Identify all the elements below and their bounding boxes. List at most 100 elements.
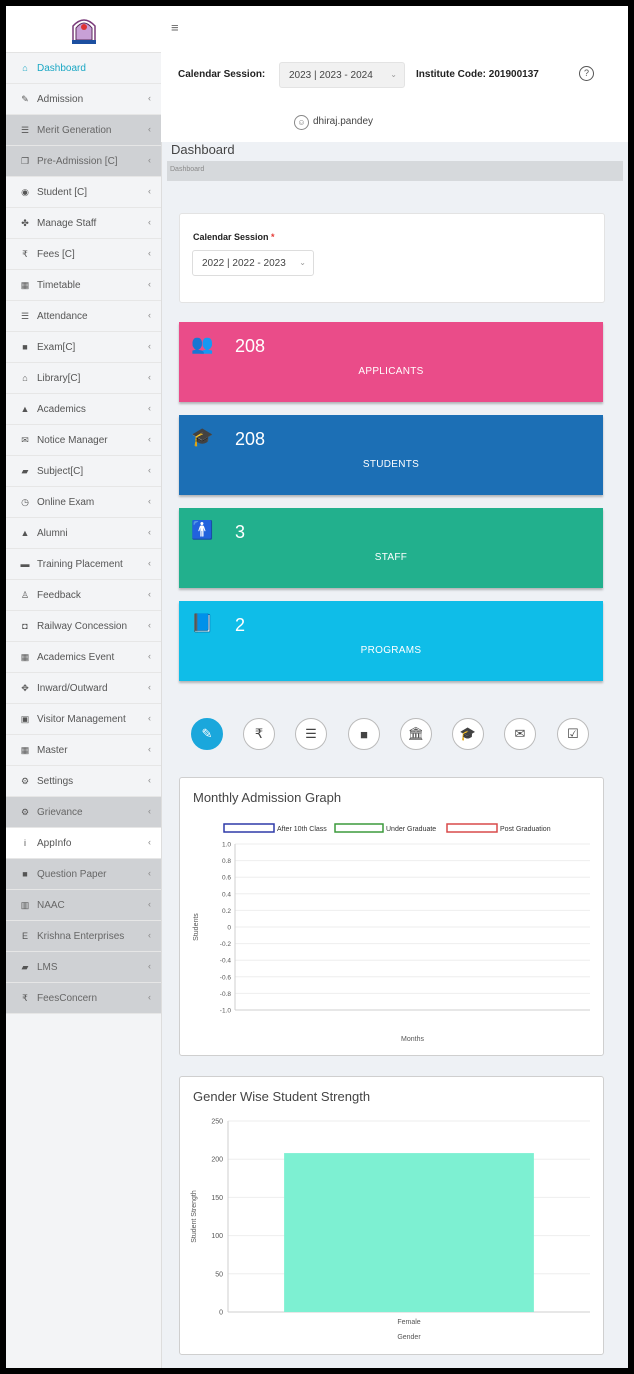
sidebar-item-training-placement[interactable]: ▬ Training Placement ‹	[6, 549, 161, 580]
staff-card[interactable]: 🚹 3 STAFF	[179, 508, 603, 588]
sidebar-item-feesconcern[interactable]: ₹ FeesConcern ‹	[6, 983, 161, 1014]
sidebar-item-appinfo[interactable]: i AppInfo ‹	[6, 828, 161, 859]
book-icon: 📘	[191, 613, 214, 633]
calendar-icon: ▦	[20, 651, 30, 662]
graduation-cap-icon: 🎓	[191, 427, 214, 447]
legend-label: Post Graduation	[500, 826, 551, 833]
rupee-icon-button[interactable]: ₹	[243, 718, 275, 750]
sidebar-item-label: Inward/Outward	[37, 682, 108, 694]
sidebar-item-dashboard[interactable]: ⌂ Dashboard	[6, 53, 161, 84]
chevron-left-icon: ‹	[148, 341, 151, 351]
sidebar-item-notice-manager[interactable]: ✉ Notice Manager ‹	[6, 425, 161, 456]
calendar-session-value: 2023 | 2023 - 2024	[289, 69, 373, 81]
sidebar-item-inward-outward[interactable]: ✥ Inward/Outward ‹	[6, 673, 161, 704]
sidebar-item-grievance[interactable]: ⚙ Grievance ‹	[6, 797, 161, 828]
chevron-left-icon: ‹	[148, 682, 151, 692]
sidebar-item-academics[interactable]: ▲ Academics ‹	[6, 394, 161, 425]
calendar-check-icon-button[interactable]: ☑	[557, 718, 589, 750]
sidebar-item-pre-admission-c[interactable]: ❐ Pre-Admission [C] ‹	[6, 146, 161, 177]
chevron-left-icon: ‹	[148, 372, 151, 382]
graduation-cap-icon-button[interactable]: 🎓	[452, 718, 484, 750]
sidebar-item-feedback[interactable]: ♙ Feedback ‹	[6, 580, 161, 611]
y-axis-label: Students	[193, 913, 200, 941]
sidebar-item-label: Fees [C]	[37, 248, 75, 260]
help-icon[interactable]: ?	[579, 66, 594, 81]
sidebar-item-lms[interactable]: ▰ LMS ‹	[6, 952, 161, 983]
sidebar-item-label: Grievance	[37, 806, 83, 818]
y-tick-label: -0.6	[220, 974, 232, 981]
legend-label: After 10th Class	[277, 826, 327, 833]
sidebar-item-attendance[interactable]: ☰ Attendance ‹	[6, 301, 161, 332]
sidebar-item-fees-c[interactable]: ₹ Fees [C] ‹	[6, 239, 161, 270]
calendar-check-icon: ☑	[567, 726, 579, 741]
book-icon: ▰	[21, 961, 29, 972]
x-axis-label: Gender	[397, 1334, 421, 1341]
username[interactable]: dhiraj.pandey	[313, 116, 373, 127]
sidebar-item-student-c[interactable]: ◉ Student [C] ‹	[6, 177, 161, 208]
sidebar-item-label: Academics	[37, 403, 86, 415]
sidebar-item-railway-concession[interactable]: ◘ Railway Concession ‹	[6, 611, 161, 642]
applicants-card[interactable]: 👥 208 APPLICANTS	[179, 322, 603, 402]
envelope-icon-button[interactable]: ✉	[504, 718, 536, 750]
chevron-left-icon: ‹	[148, 775, 151, 785]
list-icon: ☰	[305, 726, 317, 741]
programs-card[interactable]: 📘 2 PROGRAMS	[179, 601, 603, 681]
legend-swatch	[334, 823, 384, 833]
sidebar-item-label: Training Placement	[37, 558, 123, 570]
list-icon-button[interactable]: ☰	[295, 718, 327, 750]
breadcrumb-item[interactable]: Dashboard	[170, 166, 204, 173]
sidebar-item-academics-event[interactable]: ▦ Academics Event ‹	[6, 642, 161, 673]
sidebar-item-label: Admission	[37, 93, 84, 105]
sidebar-item-label: NAAC	[37, 899, 65, 911]
sidebar-item-subject-c[interactable]: ▰ Subject[C] ‹	[6, 456, 161, 487]
legend-swatch	[446, 823, 498, 833]
sidebar-item-master[interactable]: ▦ Master ‹	[6, 735, 161, 766]
sticky-note-icon: ■	[22, 342, 28, 352]
hamburger-menu-icon[interactable]: ≡	[171, 20, 179, 35]
train-icon: ◘	[22, 621, 28, 631]
chevron-left-icon: ‹	[148, 93, 151, 103]
chevron-left-icon: ‹	[148, 837, 151, 847]
session-filter-select[interactable]: 2022 | 2022 - 2023 ⌄	[192, 250, 314, 276]
sidebar-item-manage-staff[interactable]: ✤ Manage Staff ‹	[6, 208, 161, 239]
chevron-left-icon: ‹	[148, 899, 151, 909]
institute-logo[interactable]	[6, 6, 161, 53]
gender-strength-chart: 250 200 150 100 50 0 Female Student Strength Gen…	[191, 1119, 590, 1341]
user-avatar-icon[interactable]: ☺	[294, 115, 309, 130]
sidebar-item-library-c[interactable]: ⌂ Library[C] ‹	[6, 363, 161, 394]
sidebar-item-label: Academics Event	[37, 651, 115, 663]
chevron-left-icon: ‹	[148, 558, 151, 568]
sidebar-item-naac[interactable]: ▥ NAAC ‹	[6, 890, 161, 921]
sidebar-item-alumni[interactable]: ▲ Alumni ‹	[6, 518, 161, 549]
bank-icon-button[interactable]: 🏛	[400, 718, 432, 750]
monthly-admission-card: Monthly Admission Graph After 10th Class…	[179, 777, 604, 1056]
chevron-left-icon: ‹	[148, 620, 151, 630]
chevron-left-icon: ‹	[148, 434, 151, 444]
edit-icon: ✎	[201, 726, 213, 741]
students-card[interactable]: 🎓 208 STUDENTS	[179, 415, 603, 495]
sidebar-item-settings[interactable]: ⚙ Settings ‹	[6, 766, 161, 797]
sidebar-item-visitor-management[interactable]: ▣ Visitor Management ‹	[6, 704, 161, 735]
page-title: Dashboard	[171, 142, 235, 157]
gears-icon: ⚙	[20, 775, 30, 786]
sidebar-item-merit-generation[interactable]: ☰ Merit Generation ‹	[6, 115, 161, 146]
applicants-label: APPLICANTS	[358, 366, 424, 377]
envelope-icon: ✉	[514, 726, 526, 741]
sticky-note-icon-button[interactable]: ■	[348, 718, 380, 750]
sidebar-item-label: Feedback	[37, 589, 81, 601]
sidebar-item-admission[interactable]: ✎ Admission ‹	[6, 84, 161, 115]
sidebar-item-exam-c[interactable]: ■ Exam[C] ‹	[6, 332, 161, 363]
y-tick-label: 200	[211, 1157, 223, 1164]
sidebar-item-online-exam[interactable]: ◷ Online Exam ‹	[6, 487, 161, 518]
sidebar-item-label: Online Exam	[37, 496, 95, 508]
session-filter-value: 2022 | 2022 - 2023	[202, 257, 286, 269]
chevron-left-icon: ‹	[148, 651, 151, 661]
sidebar-item-question-paper[interactable]: ■ Question Paper ‹	[6, 859, 161, 890]
sidebar-item-timetable[interactable]: ▦ Timetable ‹	[6, 270, 161, 301]
edit-icon-button[interactable]: ✎	[191, 718, 223, 750]
arrows-icon: ✥	[21, 682, 29, 693]
x-tick-label: Female	[397, 1319, 420, 1326]
sidebar-item-krishna-enterprises[interactable]: E Krishna Enterprises ‹	[6, 921, 161, 952]
sidebar-item-label: Manage Staff	[37, 217, 97, 229]
calendar-session-select[interactable]: 2023 | 2023 - 2024 ⌄	[279, 62, 405, 88]
